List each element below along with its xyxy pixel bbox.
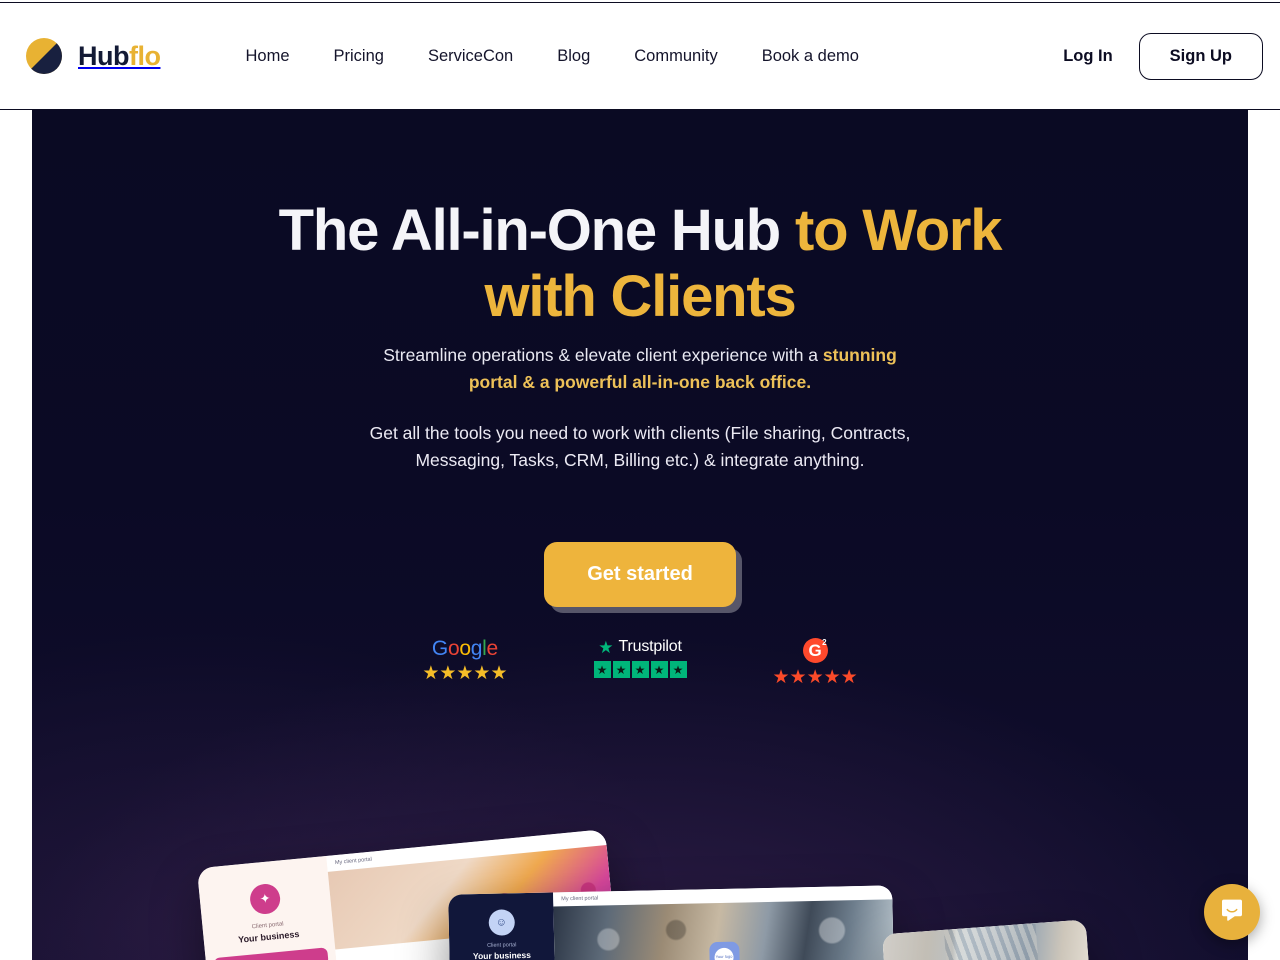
trustpilot-star-box: ★ — [593, 661, 611, 678]
trustpilot-star-icon: ★ — [598, 637, 614, 657]
google-letter-g2: g — [470, 637, 483, 660]
google-wordmark: Google — [432, 638, 498, 659]
review-badges: Google ★★★★★ ★ Trustpilot ★ ★ ★ ★ ★ G 2 … — [32, 638, 1248, 687]
hubflo-circle-logo-icon — [24, 36, 64, 76]
mockup-center-business-label: Your business — [472, 949, 532, 960]
google-star-rating: ★★★★★ — [422, 663, 508, 684]
headline-accent-1: to Work — [794, 198, 1003, 263]
mockup-center-sidebar: ☺ Client portal Your business Home Messa… — [448, 892, 557, 960]
mockup-left-nav: Home Messaging2 Dashboard My tasks 2 Onb… — [206, 947, 347, 960]
trustpilot-wordmark: ★ Trustpilot — [598, 637, 682, 657]
hero-subtitle-lead: Streamline operations & elevate client e… — [383, 345, 823, 365]
headline-accent-2: with Clients — [484, 263, 796, 329]
hero-subtitle: Streamline operations & elevate client e… — [360, 342, 920, 395]
g2-star-rating: ★★★★★ — [772, 667, 858, 688]
nav-item-book-a-demo[interactable]: Book a demo — [762, 47, 859, 66]
g2-mark-superscript: 2 — [822, 638, 827, 647]
intercom-chat-button[interactable] — [1204, 884, 1260, 940]
nav-item-servicecon[interactable]: ServiceCon — [428, 47, 513, 66]
brand-name-accent: flo — [128, 40, 161, 71]
trustpilot-star-box: ★ — [612, 661, 630, 678]
g2-mark-letter: G — [808, 640, 822, 660]
page-title: The All-in-One Hub to Work with Clients — [32, 198, 1248, 329]
g2-logo-icon: G 2 — [802, 638, 828, 663]
mockup-center-portal-label: Client portal — [486, 942, 517, 949]
trustpilot-star-box: ★ — [650, 661, 668, 678]
product-mockup-center: ☺ Client portal Your business Home Messa… — [448, 885, 896, 960]
get-started-button[interactable]: Get started — [544, 542, 736, 607]
mockup-center-body: My client portal Your logo Client name ×… — [553, 885, 896, 960]
google-letter-o1: o — [447, 637, 460, 660]
mockup-right-body: Your logo ent name × Your business Welco… — [882, 919, 1096, 960]
trustpilot-star-box: ★ — [631, 661, 649, 678]
g2-review-badge[interactable]: G 2 ★★★★★ — [773, 638, 858, 687]
mockup-center-logo-text: Your logo — [714, 947, 734, 960]
site-header: Hubflo Home Pricing ServiceCon Blog Comm… — [0, 2, 1280, 110]
nav-item-community[interactable]: Community — [634, 47, 717, 66]
brand-name: Hubflo — [78, 40, 161, 72]
trustpilot-name: Trustpilot — [618, 638, 682, 655]
intercom-chat-icon — [1219, 897, 1245, 928]
trustpilot-star-box: ★ — [669, 661, 687, 678]
trustpilot-review-badge[interactable]: ★ Trustpilot ★ ★ ★ ★ ★ — [593, 637, 687, 678]
nav-item-pricing[interactable]: Pricing — [334, 47, 384, 66]
google-letter-o2: o — [459, 637, 471, 660]
mockup-right-banner-image — [882, 919, 1090, 960]
hero-secondary-text: Get all the tools you need to work with … — [369, 423, 911, 470]
mockup-left-avatar-icon: ✦ — [248, 882, 282, 916]
header-actions: Log In Sign Up — [1063, 32, 1263, 80]
brand-logo-link[interactable]: Hubflo — [24, 36, 161, 76]
nav-item-blog[interactable]: Blog — [557, 47, 590, 66]
mockup-left-sidebar: ✦ Client portal Your business Home Messa… — [196, 855, 350, 960]
google-review-badge[interactable]: Google ★★★★★ — [422, 638, 507, 683]
hero-section: The All-in-One Hub to Work with Clients … — [32, 110, 1248, 960]
product-mockup-right: Your logo ent name × Your business Welco… — [882, 919, 1096, 960]
brand-name-primary: Hub — [78, 40, 129, 71]
nav-item-home[interactable]: Home — [245, 47, 289, 66]
sign-up-button[interactable]: Sign Up — [1138, 32, 1263, 80]
main-nav: Home Pricing ServiceCon Blog Community B… — [245, 47, 858, 66]
log-in-link[interactable]: Log In — [1063, 47, 1112, 66]
trustpilot-star-rating: ★ ★ ★ ★ ★ — [593, 661, 687, 678]
cta-container: Get started — [32, 542, 1248, 607]
google-letter-e: e — [486, 637, 499, 660]
mockup-center-avatar-icon: ☺ — [487, 909, 515, 936]
mockup-left-nav-item[interactable]: Home — [213, 947, 329, 960]
headline-white: The All-in-One Hub — [278, 198, 795, 263]
google-letter-g1: G — [431, 637, 448, 660]
mockup-center-brand-logo: Your logo — [708, 941, 740, 960]
